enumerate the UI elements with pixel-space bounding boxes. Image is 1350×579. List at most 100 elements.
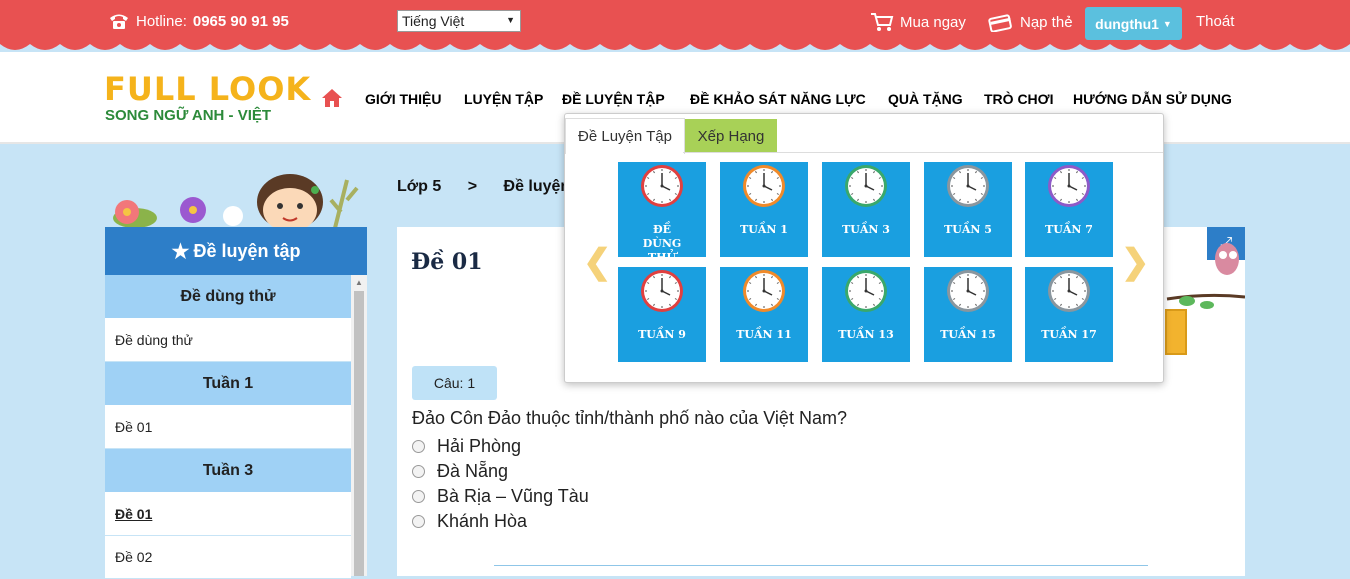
- clock-icon: [641, 270, 683, 312]
- clock-icon: [845, 165, 887, 207]
- card-icon: [988, 14, 1012, 32]
- quiz-title: Đề 01: [411, 249, 483, 275]
- buy-now-link[interactable]: Mua ngay: [870, 12, 966, 32]
- sidebar-item-tuan3-de01[interactable]: Đề 01: [105, 493, 351, 536]
- practice-tile[interactable]: ĐỀ DÙNG THỬ: [618, 162, 706, 264]
- practice-tile[interactable]: TUẦN 9: [618, 267, 706, 362]
- answer-label: Khánh Hòa: [437, 511, 528, 531]
- sidebar-group-tuan-1[interactable]: Tuần 1: [105, 362, 351, 406]
- practice-tile[interactable]: TUẦN 17: [1025, 267, 1113, 362]
- sidebar-item-tuan3-de02[interactable]: Đề 02: [105, 536, 351, 579]
- hotline: Hotline: 0965 90 91 95: [108, 12, 289, 30]
- logo-text[interactable]: FULL LOOK: [104, 70, 311, 108]
- practice-tile[interactable]: TUẦN 11: [720, 267, 808, 362]
- practice-tile[interactable]: TUẦN 3: [822, 162, 910, 257]
- divider: [494, 565, 1148, 566]
- girl-flowers-illustration: [113, 174, 359, 230]
- nav-luyen-tap[interactable]: LUYỆN TẬP: [464, 91, 543, 107]
- home-icon[interactable]: [321, 88, 343, 108]
- practice-tile[interactable]: TUẦN 1: [720, 162, 808, 257]
- sidebar-group-de-dung-thu[interactable]: Đề dùng thử: [105, 275, 351, 319]
- sidebar-item-de-dung-thu[interactable]: Đề dùng thử: [105, 319, 351, 362]
- scrollbar-thumb[interactable]: [354, 291, 364, 576]
- answer-label: Bà Rịa – Vũng Tàu: [437, 486, 589, 506]
- nav-gioi-thieu[interactable]: GIỚI THIỆU: [365, 91, 442, 107]
- practice-tile-label: TUẦN 15: [940, 328, 996, 341]
- practice-tile-label: TUẦN 7: [1045, 223, 1093, 236]
- cart-icon: [871, 13, 894, 31]
- breadcrumb: Lớp 5 > Đề luyện: [397, 178, 592, 196]
- breadcrumb-separator: >: [467, 178, 478, 195]
- topup-link[interactable]: Nạp thẻ: [988, 12, 1073, 32]
- breadcrumb-level[interactable]: Lớp 5: [397, 178, 441, 195]
- answer-option-4[interactable]: Khánh Hòa: [412, 511, 527, 532]
- phone-icon: [110, 14, 128, 29]
- sidebar-header: ★ Đề luyện tập: [105, 227, 367, 275]
- sidebar: ★ Đề luyện tập Đề dùng thử Đề dùng thử T…: [105, 227, 367, 579]
- tab-de-luyen-tap[interactable]: Đề Luyện Tập: [565, 118, 685, 154]
- answer-option-2[interactable]: Đà Nẵng: [412, 461, 508, 482]
- answer-option-1[interactable]: Hải Phòng: [412, 436, 521, 457]
- practice-tile-label: ĐỀ DÙNG THỬ: [642, 223, 682, 264]
- chevron-left-icon[interactable]: ❮: [583, 242, 612, 282]
- practice-tile[interactable]: TUẦN 13: [822, 267, 910, 362]
- chevron-right-icon[interactable]: ❯: [1121, 242, 1150, 282]
- language-select-value: Tiếng Việt: [402, 13, 465, 29]
- nav-de-luyen-tap[interactable]: ĐỀ LUYỆN TẬP: [562, 91, 665, 107]
- question-text: Đảo Côn Đảo thuộc tỉnh/thành phố nào của…: [412, 408, 847, 428]
- tab-xep-hang[interactable]: Xếp Hạng: [685, 119, 777, 153]
- practice-dropdown-panel: Đề Luyện Tập Xếp Hạng ❮ ❯ ĐỀ DÙNG THỬ TUẦ…: [564, 113, 1164, 383]
- answer-label: Đà Nẵng: [437, 461, 509, 481]
- practice-tile[interactable]: TUẦN 7: [1025, 162, 1113, 257]
- clock-icon: [743, 270, 785, 312]
- radio-button[interactable]: [412, 490, 425, 503]
- clock-icon: [743, 165, 785, 207]
- nav-qua-tang[interactable]: QUÀ TẶNG: [888, 91, 963, 107]
- answer-option-3[interactable]: Bà Rịa – Vũng Tàu: [412, 486, 589, 507]
- chevron-down-icon: ▼: [506, 15, 515, 25]
- practice-tile-label: TUẦN 11: [736, 328, 792, 341]
- practice-tile-label: TUẦN 1: [740, 223, 788, 236]
- practice-tile-label: TUẦN 3: [842, 223, 890, 236]
- radio-button[interactable]: [412, 465, 425, 478]
- answer-label: Hải Phòng: [437, 436, 522, 456]
- clock-icon: [1048, 270, 1090, 312]
- sidebar-group-tuan-3[interactable]: Tuần 3: [105, 449, 351, 493]
- language-select[interactable]: Tiếng Việt ▼: [397, 10, 521, 32]
- hotline-number: 0965 90 91 95: [192, 12, 289, 30]
- hotline-label: Hotline:: [136, 12, 187, 30]
- star-icon: ★: [171, 240, 190, 263]
- clock-icon: [845, 270, 887, 312]
- topup-label: Nạp thẻ: [1020, 13, 1073, 31]
- user-menu-button[interactable]: dungthu1 ▼: [1085, 7, 1182, 40]
- nav-de-khao-sat[interactable]: ĐỀ KHẢO SÁT NĂNG LỰC: [690, 91, 866, 107]
- buy-now-label: Mua ngay: [900, 13, 966, 31]
- sidebar-item-tuan1-de01[interactable]: Đề 01: [105, 406, 351, 449]
- clock-icon: [1048, 165, 1090, 207]
- sidebar-list: Đề dùng thử Đề dùng thử Tuần 1 Đề 01 Tuầ…: [105, 275, 351, 579]
- practice-tile[interactable]: TUẦN 15: [924, 267, 1012, 362]
- radio-button[interactable]: [412, 515, 425, 528]
- yellow-block: [1165, 309, 1187, 355]
- question-number-badge: Câu: 1: [412, 366, 497, 400]
- practice-tile-label: TUẦN 17: [1041, 328, 1097, 341]
- username: dungthu1: [1095, 15, 1159, 32]
- logo-subtitle: SONG NGỮ ANH - VIỆT: [105, 107, 272, 124]
- logout-link[interactable]: Thoát: [1196, 13, 1234, 30]
- clock-icon: [947, 270, 989, 312]
- practice-tile-label: TUẦN 13: [838, 328, 894, 341]
- practice-tile[interactable]: TUẦN 5: [924, 162, 1012, 257]
- sidebar-title: Đề luyện tập: [193, 240, 301, 261]
- scroll-up-icon[interactable]: ▲: [355, 278, 363, 287]
- radio-button[interactable]: [412, 440, 425, 453]
- clock-icon: [947, 165, 989, 207]
- clock-icon: [641, 165, 683, 207]
- sidebar-scrollbar[interactable]: ▲: [351, 275, 367, 576]
- practice-tile-label: TUẦN 9: [638, 328, 686, 341]
- nav-huong-dan[interactable]: HƯỚNG DẪN SỬ DỤNG: [1073, 91, 1232, 107]
- nav-tro-choi[interactable]: TRÒ CHƠI: [984, 91, 1054, 107]
- caret-down-icon: ▼: [1162, 18, 1172, 29]
- practice-tile-label: TUẦN 5: [944, 223, 992, 236]
- top-bar: Hotline: 0965 90 91 95 Tiếng Việt ▼ Mua …: [0, 0, 1350, 42]
- breadcrumb-current[interactable]: Đề luyện: [504, 178, 571, 195]
